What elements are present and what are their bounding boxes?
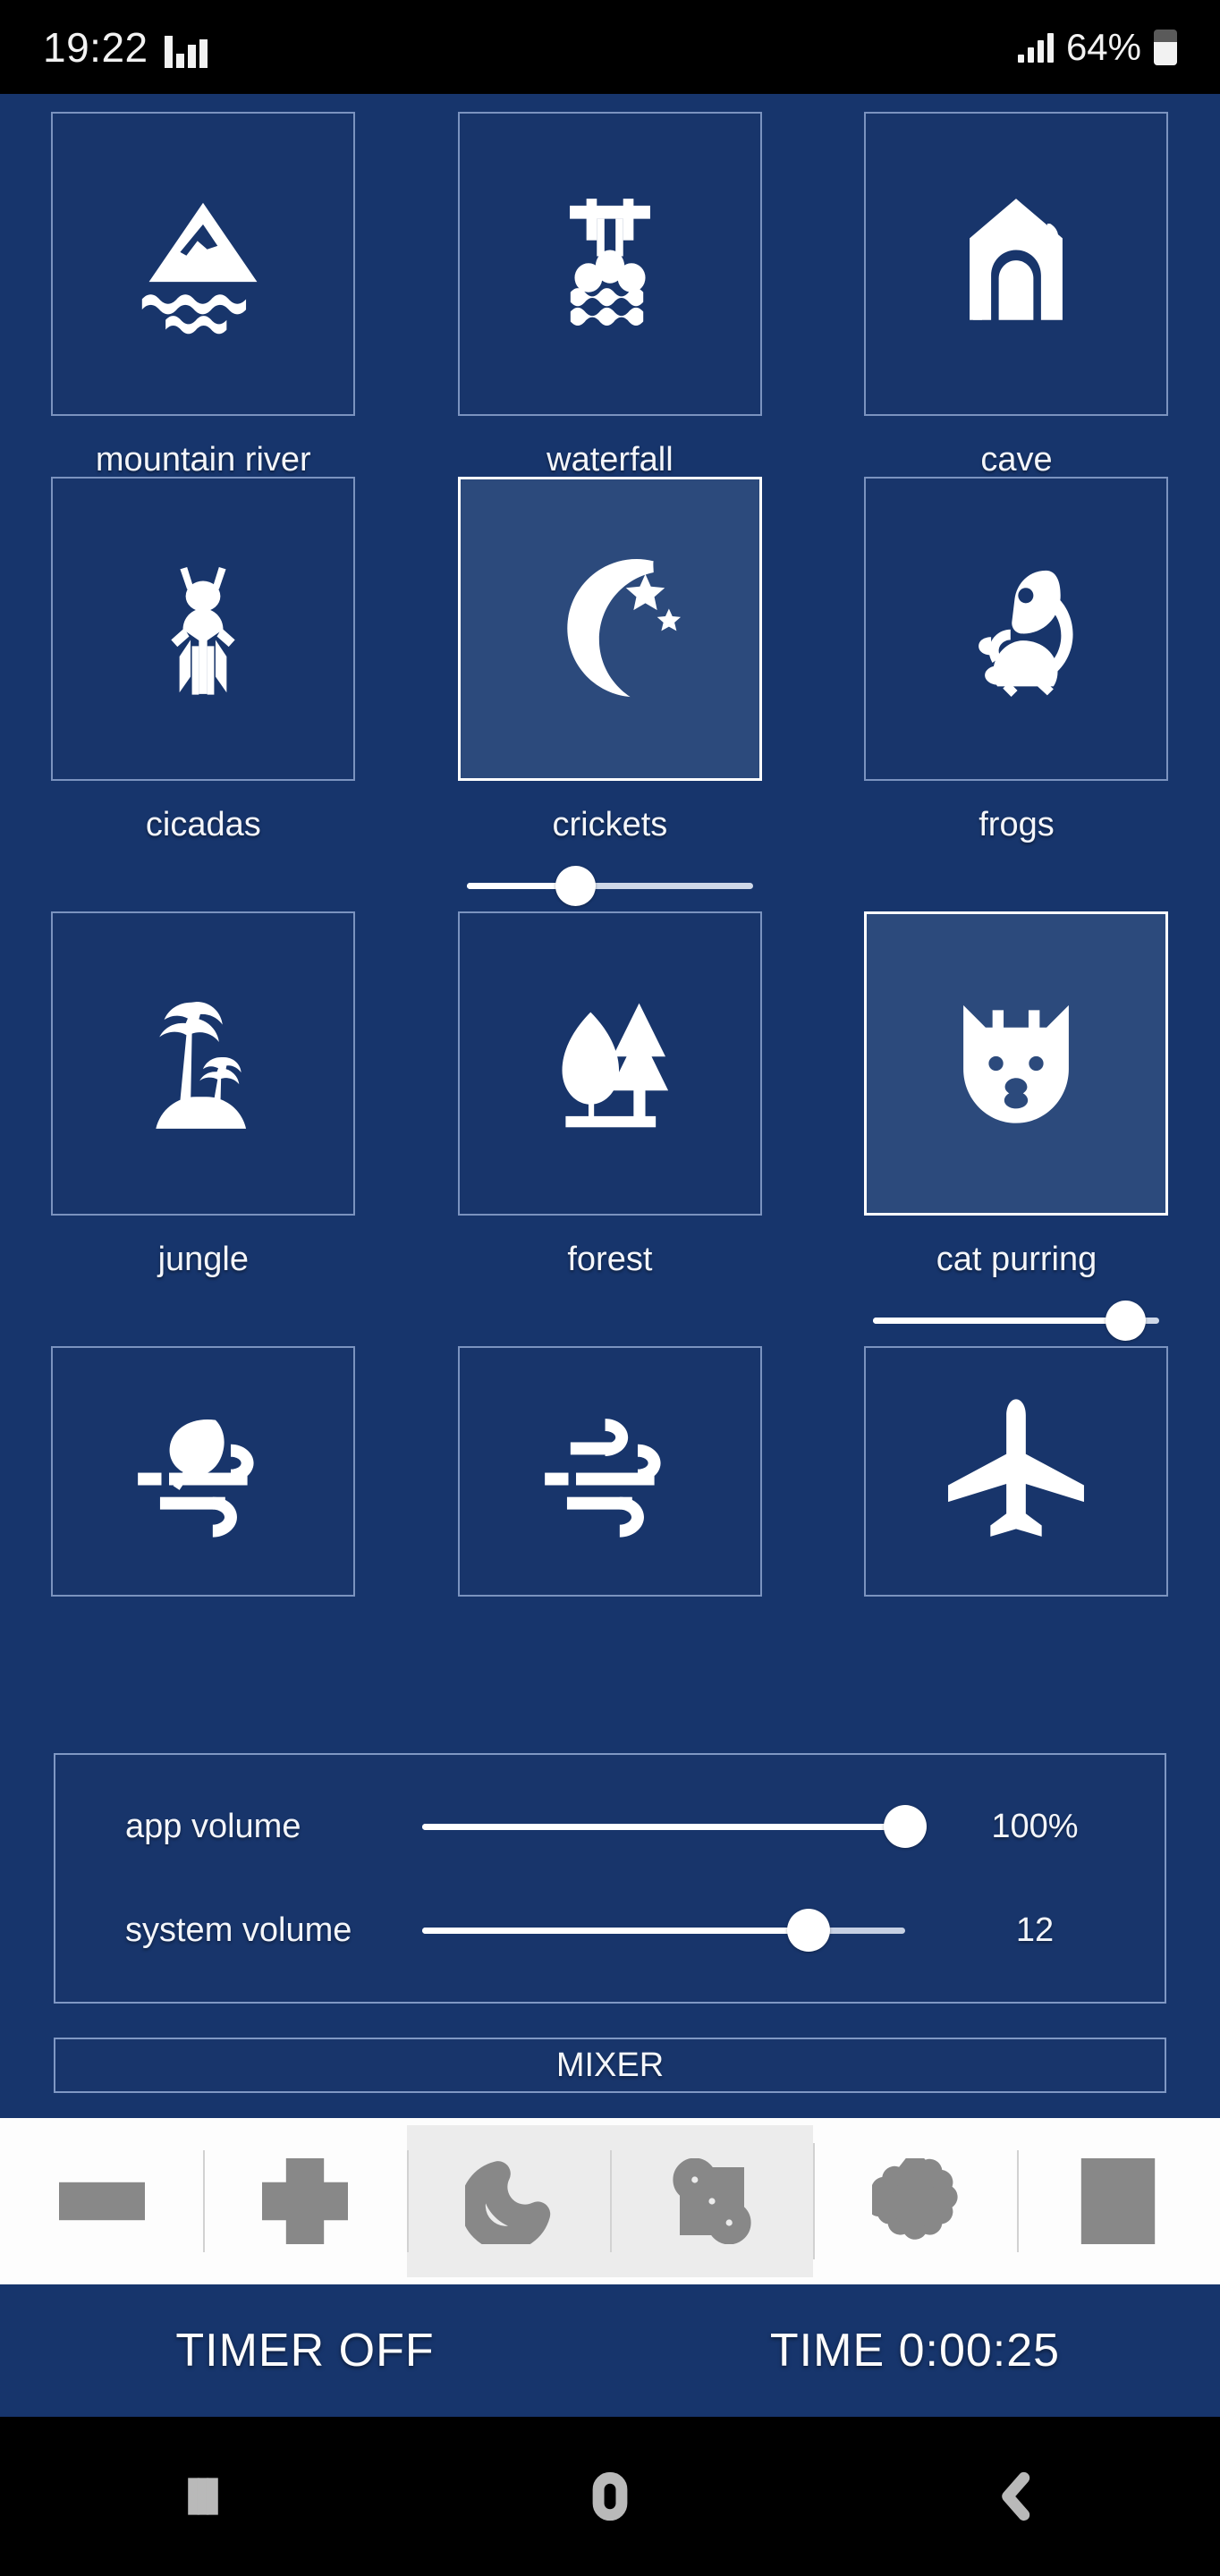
- sound-tile-jungle[interactable]: [51, 911, 356, 1216]
- signal-bars-icon: [1017, 32, 1054, 63]
- frog-icon: [979, 570, 1074, 697]
- back-icon: [1001, 2471, 1029, 2521]
- sound-tile-cave[interactable]: [864, 112, 1169, 416]
- app-volume-row: app volume 100%: [55, 1786, 1165, 1867]
- sound-label: mountain river: [95, 441, 311, 479]
- status-bar-right: 64%: [1017, 25, 1177, 68]
- sound-row: jungle forest cat purring: [0, 911, 1220, 1346]
- cave-icon: [970, 199, 1063, 320]
- app-volume-slider[interactable]: [422, 1800, 927, 1853]
- sound-cell-jungle: jungle: [0, 911, 407, 1346]
- sound-tile-mountain-river[interactable]: [51, 112, 356, 416]
- sound-cell-cicadas: cicadas: [0, 477, 407, 911]
- sound-label: frogs: [979, 806, 1055, 843]
- bottom-toolbar: [0, 2118, 1220, 2284]
- status-bar: 19:22 64%: [0, 0, 1220, 94]
- system-volume-label: system volume: [125, 1911, 352, 1949]
- sound-cell-frogs: frogs: [813, 477, 1220, 911]
- volume-up-button[interactable]: [203, 2118, 406, 2284]
- sound-row: mountain river waterfall cave: [0, 112, 1220, 477]
- waterfall-icon: [569, 199, 650, 326]
- system-volume-row: system volume 12: [55, 1890, 1165, 1970]
- wind-leaf-icon: [138, 1419, 254, 1538]
- sound-label: crickets: [552, 806, 668, 843]
- sound-cell-cat-purring: cat purring: [813, 911, 1220, 1346]
- sound-tile-cicadas[interactable]: [51, 477, 356, 781]
- app-screen: 19:22 64% mountain river waterfall cave …: [0, 0, 1220, 2576]
- sound-row: cicadas crickets frogs: [0, 477, 1220, 911]
- volume-panel: app volume 100% system volume 12: [54, 1753, 1166, 2004]
- volume-down-button[interactable]: [0, 2118, 203, 2284]
- app-volume-label: app volume: [125, 1807, 301, 1845]
- sound-label: jungle: [157, 1241, 249, 1278]
- wind-icon: [545, 1419, 661, 1538]
- timer-bar: TIMER OFF TIME 0:00:25: [0, 2284, 1220, 2417]
- system-volume-slider[interactable]: [422, 1903, 905, 1957]
- cicada-icon: [171, 567, 235, 695]
- sound-cell-crickets: crickets: [407, 477, 814, 911]
- android-nav-bar: [0, 2417, 1220, 2576]
- sound-tile-wind-leaf[interactable]: [51, 1346, 356, 1597]
- sound-tile-wind[interactable]: [457, 1346, 762, 1597]
- sound-cell-airplane: [813, 1346, 1220, 1623]
- status-bar-left: 19:22: [43, 27, 208, 68]
- sound-label: cicadas: [145, 806, 261, 843]
- sound-label: forest: [567, 1241, 653, 1278]
- sliders-icon: [673, 2158, 751, 2244]
- home-button[interactable]: [407, 2469, 814, 2524]
- sound-label: cave: [980, 441, 1053, 479]
- mountain-river-icon: [142, 202, 258, 335]
- battery-percent-label: 64%: [1065, 25, 1141, 68]
- recents-button[interactable]: [0, 2469, 407, 2524]
- sound-tile-frogs[interactable]: [864, 477, 1169, 781]
- sound-tile-forest[interactable]: [457, 911, 762, 1216]
- sound-cell-mountain-river: mountain river: [0, 112, 407, 477]
- mixer-sliders-button[interactable]: [609, 2125, 814, 2277]
- sound-tile-cat-purring[interactable]: [864, 911, 1169, 1216]
- airplane-icon: [948, 1399, 1085, 1537]
- gear-icon: [871, 2158, 958, 2240]
- sound-cell-waterfall: waterfall: [407, 112, 814, 477]
- system-volume-value: 12: [1015, 1911, 1055, 1949]
- pause-icon: [1081, 2158, 1156, 2244]
- elapsed-time[interactable]: TIME 0:00:25: [610, 2324, 1220, 2377]
- minus-icon: [58, 2182, 145, 2221]
- sound-volume-slider-crickets[interactable]: [466, 860, 753, 911]
- night-mode-button[interactable]: [406, 2125, 610, 2277]
- cat-face-icon: [963, 1004, 1070, 1123]
- moon-stars-icon: [567, 558, 681, 698]
- forest-trees-icon: [562, 1003, 668, 1128]
- sound-cell-cave: cave: [813, 112, 1220, 477]
- recents-icon: [188, 2478, 219, 2515]
- sound-cell-forest: forest: [407, 911, 814, 1346]
- equalizer-icon: [164, 32, 208, 68]
- settings-button[interactable]: [813, 2118, 1016, 2284]
- sound-tile-airplane[interactable]: [864, 1346, 1169, 1597]
- status-clock: 19:22: [43, 23, 148, 71]
- sound-label: cat purring: [936, 1241, 1097, 1278]
- sound-volume-slider-cat-purring[interactable]: [873, 1294, 1160, 1346]
- sound-cell-wind-leaf: [0, 1346, 407, 1623]
- sound-label: waterfall: [546, 441, 674, 479]
- app-volume-value: 100%: [991, 1807, 1079, 1845]
- moon-icon: [465, 2161, 551, 2244]
- timer-status[interactable]: TIMER OFF: [0, 2324, 610, 2377]
- mixer-button[interactable]: MIXER: [54, 2038, 1166, 2093]
- battery-icon: [1154, 29, 1177, 65]
- sound-row: [0, 1346, 1220, 1623]
- sound-tile-crickets[interactable]: [457, 477, 762, 781]
- back-button[interactable]: [813, 2469, 1220, 2524]
- sound-cell-wind: [407, 1346, 814, 1623]
- palm-island-icon: [156, 1002, 247, 1129]
- sound-tile-waterfall[interactable]: [457, 112, 762, 416]
- pause-button[interactable]: [1016, 2118, 1220, 2284]
- home-icon: [592, 2471, 628, 2521]
- sound-grid: mountain river waterfall cave cicadas cr…: [0, 94, 1220, 1623]
- plus-icon: [261, 2158, 348, 2244]
